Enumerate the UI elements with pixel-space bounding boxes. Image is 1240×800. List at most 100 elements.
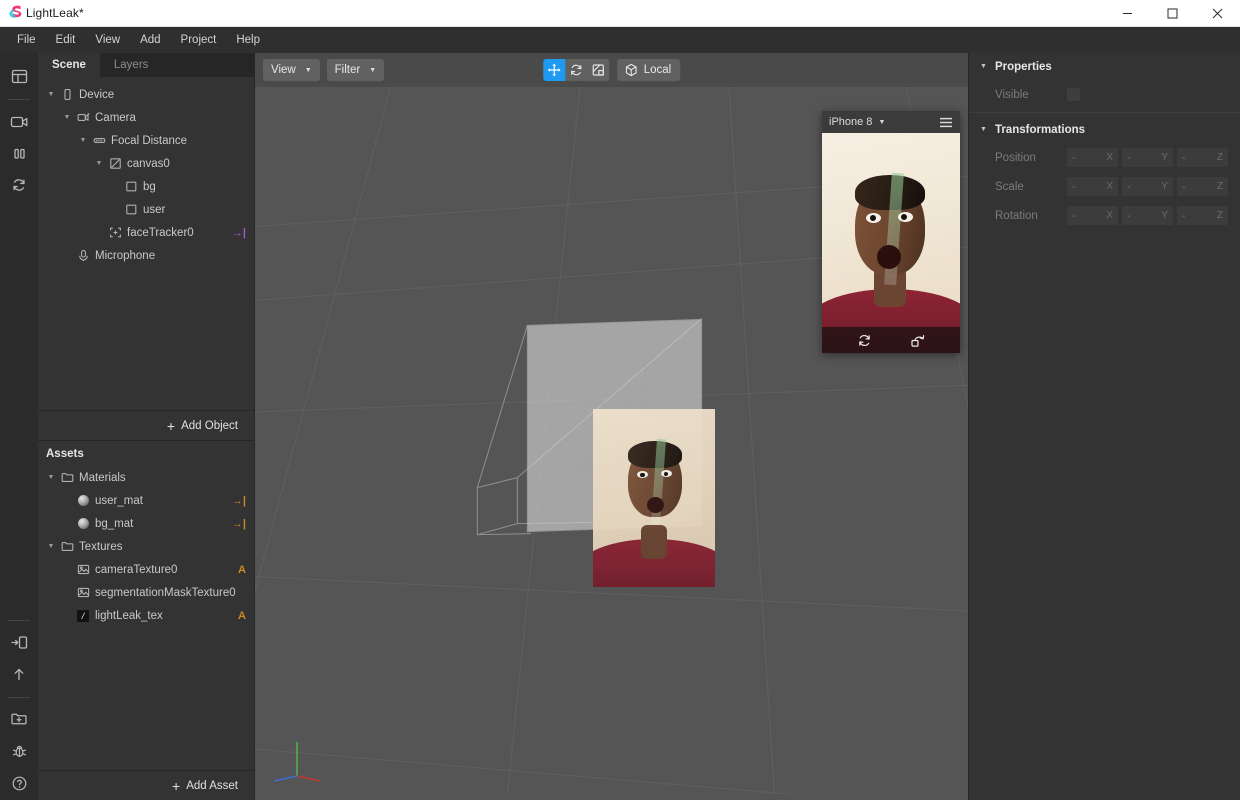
- row-badge[interactable]: A: [238, 610, 246, 622]
- scene-tree-row[interactable]: ▼ Device: [38, 83, 254, 106]
- chevron-down-icon: ▼: [980, 126, 987, 133]
- refresh-icon[interactable]: [4, 170, 34, 200]
- position-z-input[interactable]: -Z: [1177, 148, 1228, 167]
- tab-layers[interactable]: Layers: [100, 53, 163, 77]
- asset-row[interactable]: ▼ Textures: [38, 535, 254, 558]
- axis-label: X: [1106, 210, 1113, 221]
- asset-row[interactable]: /lightLeak_texA: [38, 604, 254, 627]
- reload-preview-icon[interactable]: [857, 333, 872, 348]
- transform-row: Position-X-Y-Z: [969, 143, 1240, 172]
- scene-tree-row[interactable]: faceTracker0→|: [38, 221, 254, 244]
- menu-add[interactable]: Add: [131, 30, 169, 50]
- scene-tree-row[interactable]: Microphone: [38, 244, 254, 267]
- rotation-x-input[interactable]: -X: [1067, 206, 1118, 225]
- tree-item-label: user: [143, 204, 165, 216]
- visible-checkbox[interactable]: [1067, 88, 1080, 101]
- axis-label: Y: [1161, 210, 1168, 221]
- chevron-down-icon[interactable]: ▼: [44, 83, 58, 106]
- properties-section-title: Properties: [995, 61, 1052, 73]
- video-camera-icon[interactable]: [4, 106, 34, 136]
- assets-tree[interactable]: ▼Materials user_mat →| bg_mat →| ▼ Textures cam…: [38, 466, 254, 770]
- properties-section-header[interactable]: ▼ Properties: [969, 53, 1240, 80]
- menu-view[interactable]: View: [86, 30, 129, 50]
- add-asset-button[interactable]: + Add Asset: [38, 770, 254, 800]
- bug-icon[interactable]: [4, 736, 34, 766]
- upload-icon[interactable]: [4, 659, 34, 689]
- chevron-down-icon[interactable]: ▼: [76, 129, 90, 152]
- menu-file[interactable]: File: [8, 30, 45, 50]
- scene-tree-row[interactable]: ▼Focal Distance: [38, 129, 254, 152]
- chevron-down-icon[interactable]: ▼: [92, 152, 106, 175]
- tree-item-label: user_mat: [95, 495, 143, 507]
- device-preview-window: iPhone 8 ▼: [822, 111, 960, 353]
- send-to-device-icon[interactable]: [4, 627, 34, 657]
- main-body: Scene Layers ▼ Device ▼Camera▼Focal Distan…: [0, 53, 1240, 800]
- asset-row[interactable]: ▼Materials: [38, 466, 254, 489]
- scene-tree-row[interactable]: user: [38, 198, 254, 221]
- scale-y-input[interactable]: -Y: [1122, 177, 1173, 196]
- maximize-button[interactable]: [1150, 0, 1195, 27]
- hamburger-icon[interactable]: [939, 117, 953, 128]
- move-tool-button[interactable]: [543, 59, 565, 81]
- chevron-down-icon[interactable]: ▼: [44, 466, 58, 489]
- row-badge[interactable]: →|: [232, 495, 246, 507]
- chevron-down-icon[interactable]: ▼: [60, 106, 74, 129]
- scene-tree[interactable]: ▼ Device ▼Camera▼Focal Distance▼canvas0bg u…: [38, 77, 254, 410]
- row-badge[interactable]: →|: [232, 227, 246, 239]
- chevron-down-icon[interactable]: ▼: [878, 119, 885, 126]
- app-logo-icon: [0, 5, 26, 21]
- add-folder-icon[interactable]: [4, 704, 34, 734]
- scale-tool-button[interactable]: [587, 59, 609, 81]
- rotate-tool-button[interactable]: [565, 59, 587, 81]
- position-x-input[interactable]: -X: [1067, 148, 1118, 167]
- tree-item-label: Textures: [79, 541, 122, 553]
- preview-canvas[interactable]: [822, 133, 960, 353]
- transformations-section-header[interactable]: ▼ Transformations: [969, 116, 1240, 143]
- pause-icon[interactable]: [4, 138, 34, 168]
- asset-row[interactable]: cameraTexture0A: [38, 558, 254, 581]
- rail-divider-2: [8, 620, 30, 621]
- chevron-down-icon[interactable]: ▼: [44, 535, 58, 558]
- row-badge[interactable]: →|: [232, 518, 246, 530]
- transformations-section-title: Transformations: [995, 124, 1085, 136]
- menu-help[interactable]: Help: [227, 30, 269, 50]
- rotation-y-input[interactable]: -Y: [1122, 206, 1173, 225]
- rectangle-icon: [122, 175, 140, 198]
- scene-tree-row[interactable]: ▼Camera: [38, 106, 254, 129]
- coordinate-space-button[interactable]: Local: [617, 59, 681, 81]
- close-button[interactable]: [1195, 0, 1240, 27]
- viewport-3d[interactable]: View ▼ Filter ▼: [255, 53, 968, 800]
- minimize-button[interactable]: [1105, 0, 1150, 27]
- tree-item-label: Device: [79, 89, 114, 101]
- menu-project[interactable]: Project: [172, 30, 226, 50]
- asset-row[interactable]: user_mat →|: [38, 489, 254, 512]
- transform-row-label: Scale: [995, 181, 1067, 193]
- visible-label: Visible: [995, 89, 1067, 101]
- axis-label: Z: [1217, 152, 1223, 163]
- asset-row[interactable]: segmentationMaskTexture0: [38, 581, 254, 604]
- scene-tree-row[interactable]: bg: [38, 175, 254, 198]
- position-y-input[interactable]: -Y: [1122, 148, 1173, 167]
- tab-scene[interactable]: Scene: [38, 53, 100, 77]
- rotation-z-input[interactable]: -Z: [1177, 206, 1228, 225]
- scene-tree-row[interactable]: ▼canvas0: [38, 152, 254, 175]
- row-badge[interactable]: A: [238, 564, 246, 576]
- menu-edit[interactable]: Edit: [47, 30, 85, 50]
- asset-row[interactable]: bg_mat →|: [38, 512, 254, 535]
- assets-title: Assets: [38, 440, 254, 466]
- field-value: -: [1072, 210, 1076, 222]
- record-preview-icon[interactable]: [910, 333, 926, 348]
- field-value: -: [1182, 152, 1186, 164]
- add-object-button[interactable]: + Add Object: [38, 410, 254, 440]
- scale-x-input[interactable]: -X: [1067, 177, 1118, 196]
- layout-panel-icon[interactable]: [4, 61, 34, 91]
- tree-item-label: bg_mat: [95, 518, 133, 530]
- help-icon[interactable]: [4, 768, 34, 798]
- filter-dropdown[interactable]: Filter ▼: [327, 59, 385, 81]
- axis-label: Z: [1217, 210, 1223, 221]
- view-dropdown[interactable]: View ▼: [263, 59, 320, 81]
- scale-z-input[interactable]: -Z: [1177, 177, 1228, 196]
- material-icon: [74, 512, 92, 535]
- preview-device-label[interactable]: iPhone 8: [829, 116, 872, 128]
- transform-tools: Local: [543, 59, 681, 81]
